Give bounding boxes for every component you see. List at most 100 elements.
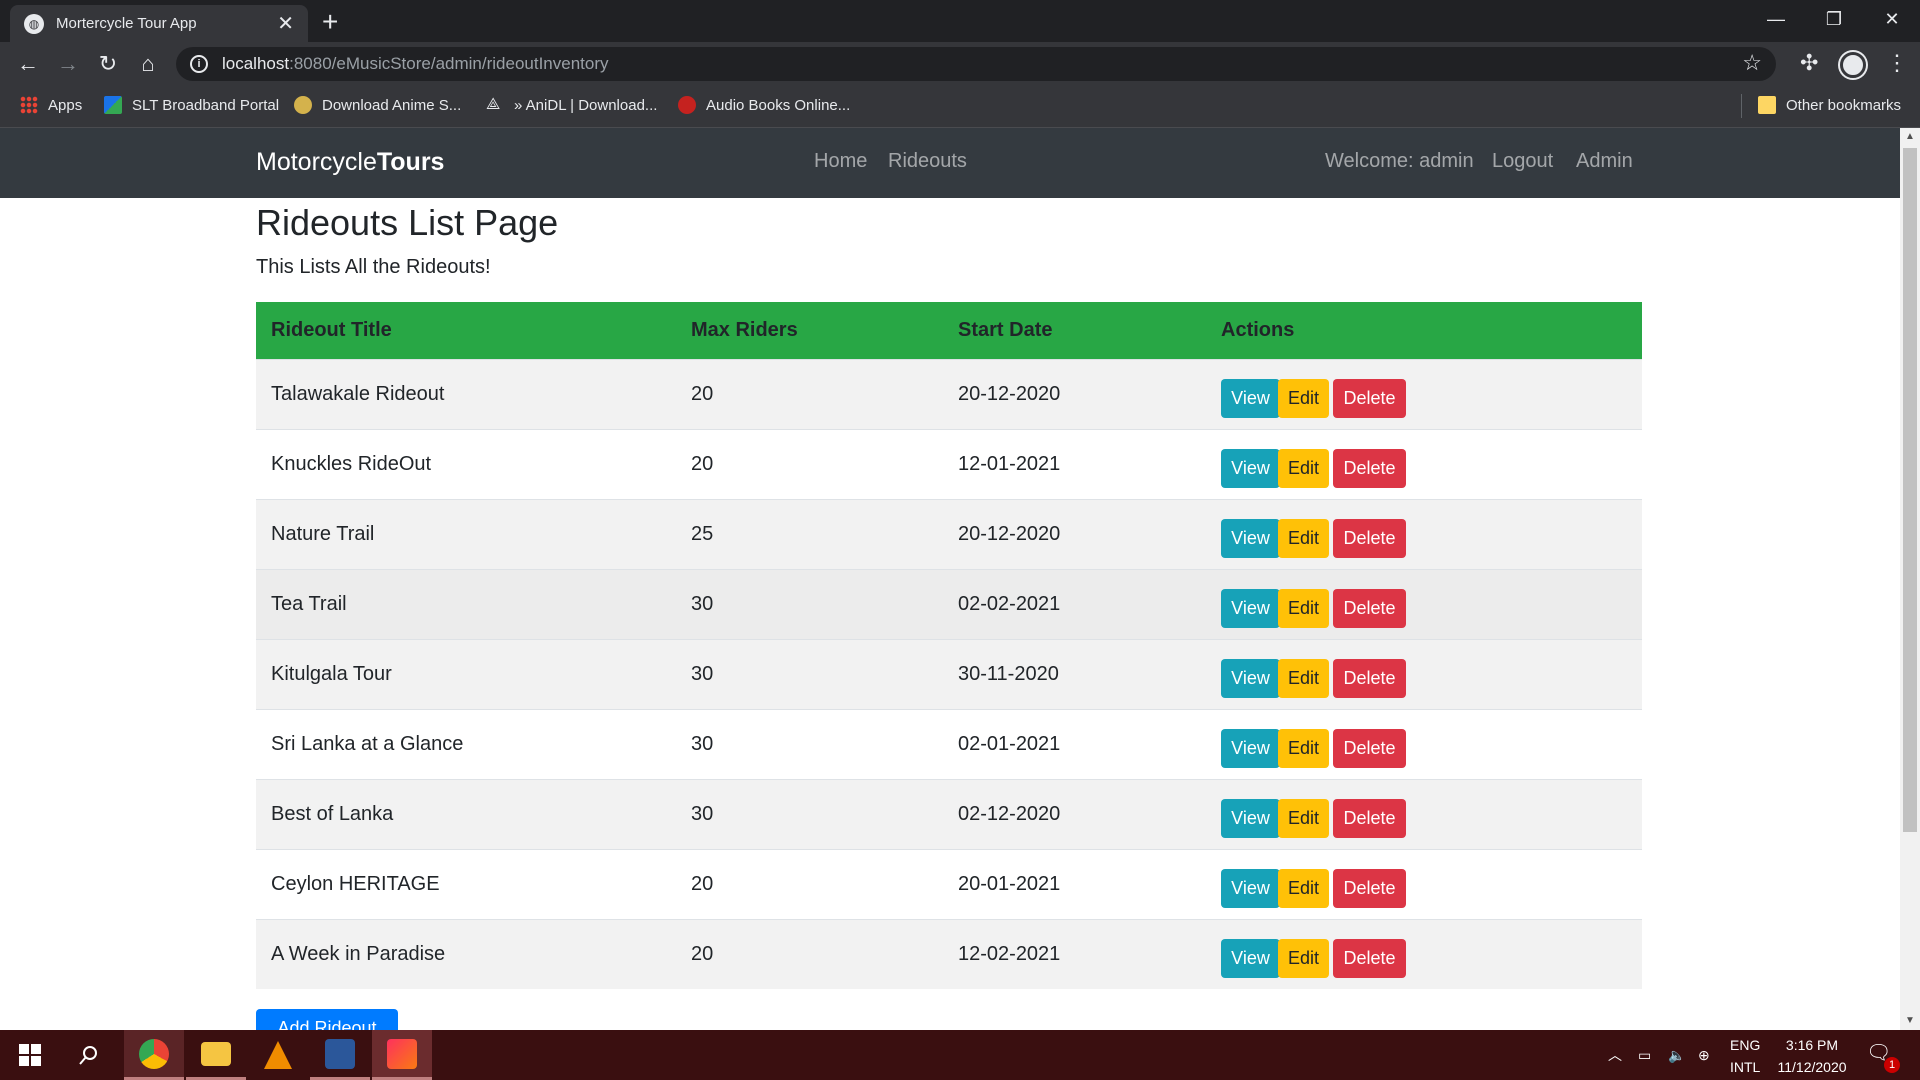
view-button[interactable]: View (1221, 658, 1280, 698)
language-indicator[interactable]: ENG INTL (1730, 1034, 1760, 1078)
forward-arrow-icon[interactable]: → (54, 50, 82, 78)
battery-icon[interactable]: ▭ (1638, 1044, 1651, 1066)
header-max-riders: Max Riders (691, 318, 798, 341)
view-button[interactable]: View (1221, 448, 1280, 488)
nav-link-rideouts[interactable]: Rideouts (888, 150, 967, 173)
cell-max-riders: 30 (691, 732, 714, 755)
nav-link-home[interactable]: Home (814, 150, 867, 173)
delete-button[interactable]: Delete (1333, 798, 1406, 838)
edit-button[interactable]: Edit (1278, 378, 1329, 418)
delete-button[interactable]: Delete (1333, 658, 1406, 698)
bookmark-anidl[interactable]: ⟁ » AniDL | Download... (486, 96, 657, 114)
scroll-down-arrow-icon[interactable]: ▼ (1900, 1012, 1920, 1030)
windows-logo-icon (19, 1044, 41, 1066)
taskbar-intellij[interactable] (372, 1030, 432, 1080)
profile-avatar-icon[interactable] (1840, 52, 1866, 78)
view-button[interactable]: View (1221, 798, 1280, 838)
view-button[interactable]: View (1221, 378, 1280, 418)
welcome-text: Welcome: admin (1325, 150, 1474, 172)
table-row: Best of Lanka 30 02-12-2020 View Edit Delete (256, 779, 1642, 849)
bookmark-anime[interactable]: Download Anime S... (294, 96, 461, 114)
delete-button[interactable]: Delete (1333, 938, 1406, 978)
header-start-date: Start Date (958, 318, 1053, 341)
taskbar-vlc[interactable] (248, 1030, 308, 1080)
info-icon[interactable]: i (190, 55, 208, 73)
delete-button[interactable]: Delete (1333, 728, 1406, 768)
new-tab-button[interactable]: + (322, 8, 338, 36)
globe-icon: ◍ (24, 13, 44, 34)
cell-max-riders: 30 (691, 662, 714, 685)
table-row: Nature Trail 25 20-12-2020 View Edit Delete (256, 499, 1642, 569)
view-button[interactable]: View (1221, 868, 1280, 908)
home-icon[interactable]: ⌂ (134, 50, 162, 78)
delete-button[interactable]: Delete (1333, 518, 1406, 558)
cell-rideout-title: Talawakale Rideout (271, 382, 445, 405)
add-rideout-button[interactable]: Add Rideout (256, 1009, 398, 1030)
view-button[interactable]: View (1221, 938, 1280, 978)
bookmark-apps[interactable]: Apps (20, 96, 82, 114)
tray-chevron-up-icon[interactable]: ︿ (1608, 1044, 1622, 1066)
delete-button[interactable]: Delete (1333, 868, 1406, 908)
extensions-puzzle-icon[interactable]: ✣ (1800, 50, 1818, 76)
network-globe-icon[interactable]: ⊕ (1698, 1044, 1710, 1066)
speaker-icon[interactable]: 🔈 (1668, 1044, 1685, 1066)
cell-start-date: 02-02-2021 (958, 592, 1061, 615)
table-row: Talawakale Rideout 20 20-12-2020 View Edit De… (256, 359, 1642, 429)
cell-max-riders: 20 (691, 872, 714, 895)
restore-button[interactable]: ❐ (1806, 4, 1862, 34)
edit-button[interactable]: Edit (1278, 868, 1329, 908)
nav-link-admin[interactable]: Admin (1576, 150, 1633, 173)
start-button[interactable] (0, 1030, 60, 1080)
clock[interactable]: 3:16 PM 11/12/2020 (1770, 1034, 1854, 1078)
table-row: Ceylon HERITAGE 20 20-01-2021 View Edit Delet… (256, 849, 1642, 919)
scroll-up-arrow-icon[interactable]: ▲ (1900, 128, 1920, 146)
search-button[interactable] (64, 1030, 114, 1080)
bookmark-star-icon[interactable]: ☆ (1742, 50, 1762, 76)
menu-dots-icon[interactable]: ⋮ (1886, 50, 1908, 76)
browser-tab[interactable]: ◍ Mortercycle Tour App ✕ (10, 5, 308, 42)
window-close-button[interactable]: ✕ (1864, 4, 1920, 34)
cell-max-riders: 20 (691, 942, 714, 965)
edit-button[interactable]: Edit (1278, 588, 1329, 628)
close-icon[interactable]: ✕ (277, 14, 294, 34)
bookmark-slt[interactable]: SLT Broadband Portal (104, 96, 279, 114)
cell-start-date: 20-12-2020 (958, 382, 1061, 405)
edit-button[interactable]: Edit (1278, 938, 1329, 978)
scrollbar-thumb[interactable] (1903, 148, 1917, 832)
bookmark-audiobooks[interactable]: Audio Books Online... (678, 96, 850, 114)
edit-button[interactable]: Edit (1278, 658, 1329, 698)
cell-rideout-title: Kitulgala Tour (271, 662, 392, 685)
view-button[interactable]: View (1221, 588, 1280, 628)
address-bar[interactable]: i localhost:8080/eMusicStore/admin/rideo… (176, 47, 1776, 81)
cell-rideout-title: A Week in Paradise (271, 942, 446, 965)
site-brand[interactable]: MotorcycleTours (256, 148, 444, 177)
bookmarks-divider (1741, 94, 1742, 118)
edit-button[interactable]: Edit (1278, 798, 1329, 838)
page-scrollbar[interactable]: ▲ ▼ (1900, 128, 1920, 1030)
notification-badge: 1 (1884, 1057, 1900, 1073)
delete-button[interactable]: Delete (1333, 378, 1406, 418)
taskbar-chrome[interactable] (124, 1030, 184, 1080)
taskbar-file-explorer[interactable] (186, 1030, 246, 1080)
cell-actions: View Edit Delete (1206, 639, 1642, 709)
edit-button[interactable]: Edit (1278, 728, 1329, 768)
browser-titlebar: ◍ Mortercycle Tour App ✕ + — ❐ ✕ (0, 0, 1920, 42)
anidl-icon: ⟁ (486, 96, 501, 113)
back-arrow-icon[interactable]: ← (14, 50, 42, 78)
delete-button[interactable]: Delete (1333, 588, 1406, 628)
rideouts-table: Rideout Title Max Riders Start Date Acti… (256, 302, 1642, 989)
cell-actions: View Edit Delete (1206, 569, 1642, 639)
minimize-button[interactable]: — (1748, 4, 1804, 34)
view-button[interactable]: View (1221, 518, 1280, 558)
url-text[interactable]: localhost:8080/eMusicStore/admin/rideout… (222, 54, 609, 74)
page-title: Rideouts List Page (256, 202, 559, 243)
bookmark-other[interactable]: Other bookmarks (1758, 96, 1901, 114)
edit-button[interactable]: Edit (1278, 518, 1329, 558)
cell-actions: View Edit Delete (1206, 429, 1642, 499)
nav-link-logout[interactable]: Logout (1492, 150, 1553, 173)
reload-icon[interactable]: ↻ (94, 50, 122, 78)
view-button[interactable]: View (1221, 728, 1280, 768)
edit-button[interactable]: Edit (1278, 448, 1329, 488)
delete-button[interactable]: Delete (1333, 448, 1406, 488)
taskbar-word[interactable] (310, 1030, 370, 1080)
